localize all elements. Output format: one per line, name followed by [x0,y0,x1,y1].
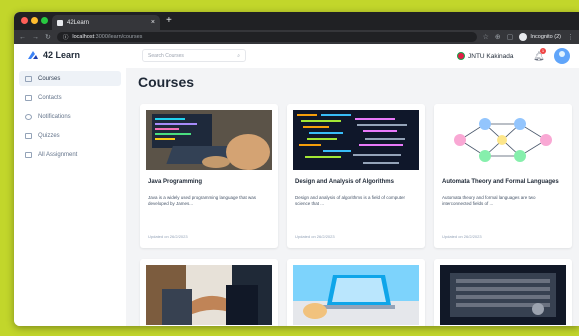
sidebar-item-label: All Assignment [38,151,78,158]
new-tab-icon[interactable]: + [166,15,172,26]
extensions-icon[interactable]: ⊕ [495,33,501,41]
course-description: Java is a widely used programming langua… [148,195,257,206]
tab-close-icon[interactable]: × [151,19,155,26]
course-image [440,265,566,325]
app-logo[interactable]: 42 Learn [27,50,80,60]
browser-tabstrip: 42Learn × + [14,12,579,30]
sidebar-item-label: Contacts [38,94,62,101]
sidebar-item-label: Notifications [38,113,71,120]
favicon-icon [57,19,63,26]
institution-selector[interactable]: JNTU Kakinada [457,52,514,60]
tab-title: 42Learn [67,19,90,26]
sidebar-toggle-icon[interactable]: ▢ [507,33,514,41]
avatar[interactable] [554,48,570,64]
sidebar: Courses Contacts Notifications Quizzes A… [14,68,126,326]
app-page: 42 Learn Search Courses ⌕ JNTU Kakinada … [14,44,579,326]
back-icon[interactable]: ← [19,34,26,41]
course-updated: Updated on 26/2/2023 [295,234,335,239]
close-window-icon[interactable] [21,17,28,24]
site-info-icon[interactable]: ⓘ [63,33,69,41]
course-card[interactable]: Design and Analysis of Algorithms Design… [287,104,425,248]
course-updated: Updated on 26/2/2023 [442,234,482,239]
url-field[interactable]: ⓘ localhost:3000/learn/courses [56,32,477,42]
address-bar: ← → ↻ ⓘ localhost:3000/learn/courses ☆ ⊕… [14,30,579,44]
sidebar-item-contacts[interactable]: Contacts [19,90,121,105]
search-input[interactable]: Search Courses ⌕ [142,49,246,62]
browser-window: 42Learn × + ← → ↻ ⓘ localhost:3000/learn… [14,12,579,326]
url-host: localhost [72,34,95,40]
sidebar-item-notifications[interactable]: Notifications [19,109,121,124]
maximize-window-icon[interactable] [41,17,48,24]
course-description: Automata theory and formal languages are… [442,195,536,206]
course-title[interactable]: Java Programming [148,179,202,185]
course-card[interactable] [287,259,425,326]
course-image [146,265,272,325]
course-card[interactable] [434,259,572,326]
sidebar-item-label: Quizzes [38,132,60,139]
assignment-icon [25,151,32,158]
institution-name: JNTU Kakinada [468,52,514,60]
minimize-window-icon[interactable] [31,17,38,24]
book-icon [25,75,32,82]
forward-icon[interactable]: → [32,34,39,41]
sidebar-item-all-assignment[interactable]: All Assignment [19,147,121,162]
course-card[interactable]: Automata Theory and Formal Languages Aut… [434,104,572,248]
course-card[interactable] [140,259,278,326]
url-path: :3000/learn/courses [94,34,143,40]
course-updated: Updated on 26/2/2023 [148,234,188,239]
contacts-icon [25,94,32,101]
notification-badge: 1 [540,48,546,54]
star-icon[interactable]: ☆ [483,33,489,41]
incognito-indicator[interactable]: Incognito (2) [519,33,561,41]
logo-text: 42 Learn [43,50,81,60]
sidebar-item-quizzes[interactable]: Quizzes [19,128,121,143]
menu-icon[interactable]: ⋮ [567,33,574,41]
course-image [293,265,419,325]
main-content: Courses Java Programming Java is a widel… [126,68,579,326]
logo-icon [27,50,39,60]
course-title[interactable]: Design and Analysis of Algorithms [295,179,394,185]
course-image [440,110,566,170]
course-image [146,110,272,170]
course-title[interactable]: Automata Theory and Formal Languages [442,179,559,185]
reload-icon[interactable]: ↻ [45,33,51,41]
browser-tab[interactable]: 42Learn × [52,15,160,30]
search-icon: ⌕ [237,52,240,59]
course-image [293,110,419,170]
sidebar-item-label: Courses [38,75,61,82]
course-card[interactable]: Java Programming Java is a widely used p… [140,104,278,248]
sidebar-item-courses[interactable]: Courses [19,71,121,86]
incognito-label: Incognito (2) [530,34,561,40]
institution-logo-icon [457,52,465,60]
app-topbar: 42 Learn Search Courses ⌕ JNTU Kakinada … [14,44,579,68]
search-placeholder: Search Courses [148,52,184,59]
quiz-icon [25,132,32,139]
course-description: Design and analysis of algorithms is a f… [295,195,406,206]
bell-icon [25,113,32,120]
page-title: Courses [138,74,195,90]
incognito-icon [519,33,528,41]
